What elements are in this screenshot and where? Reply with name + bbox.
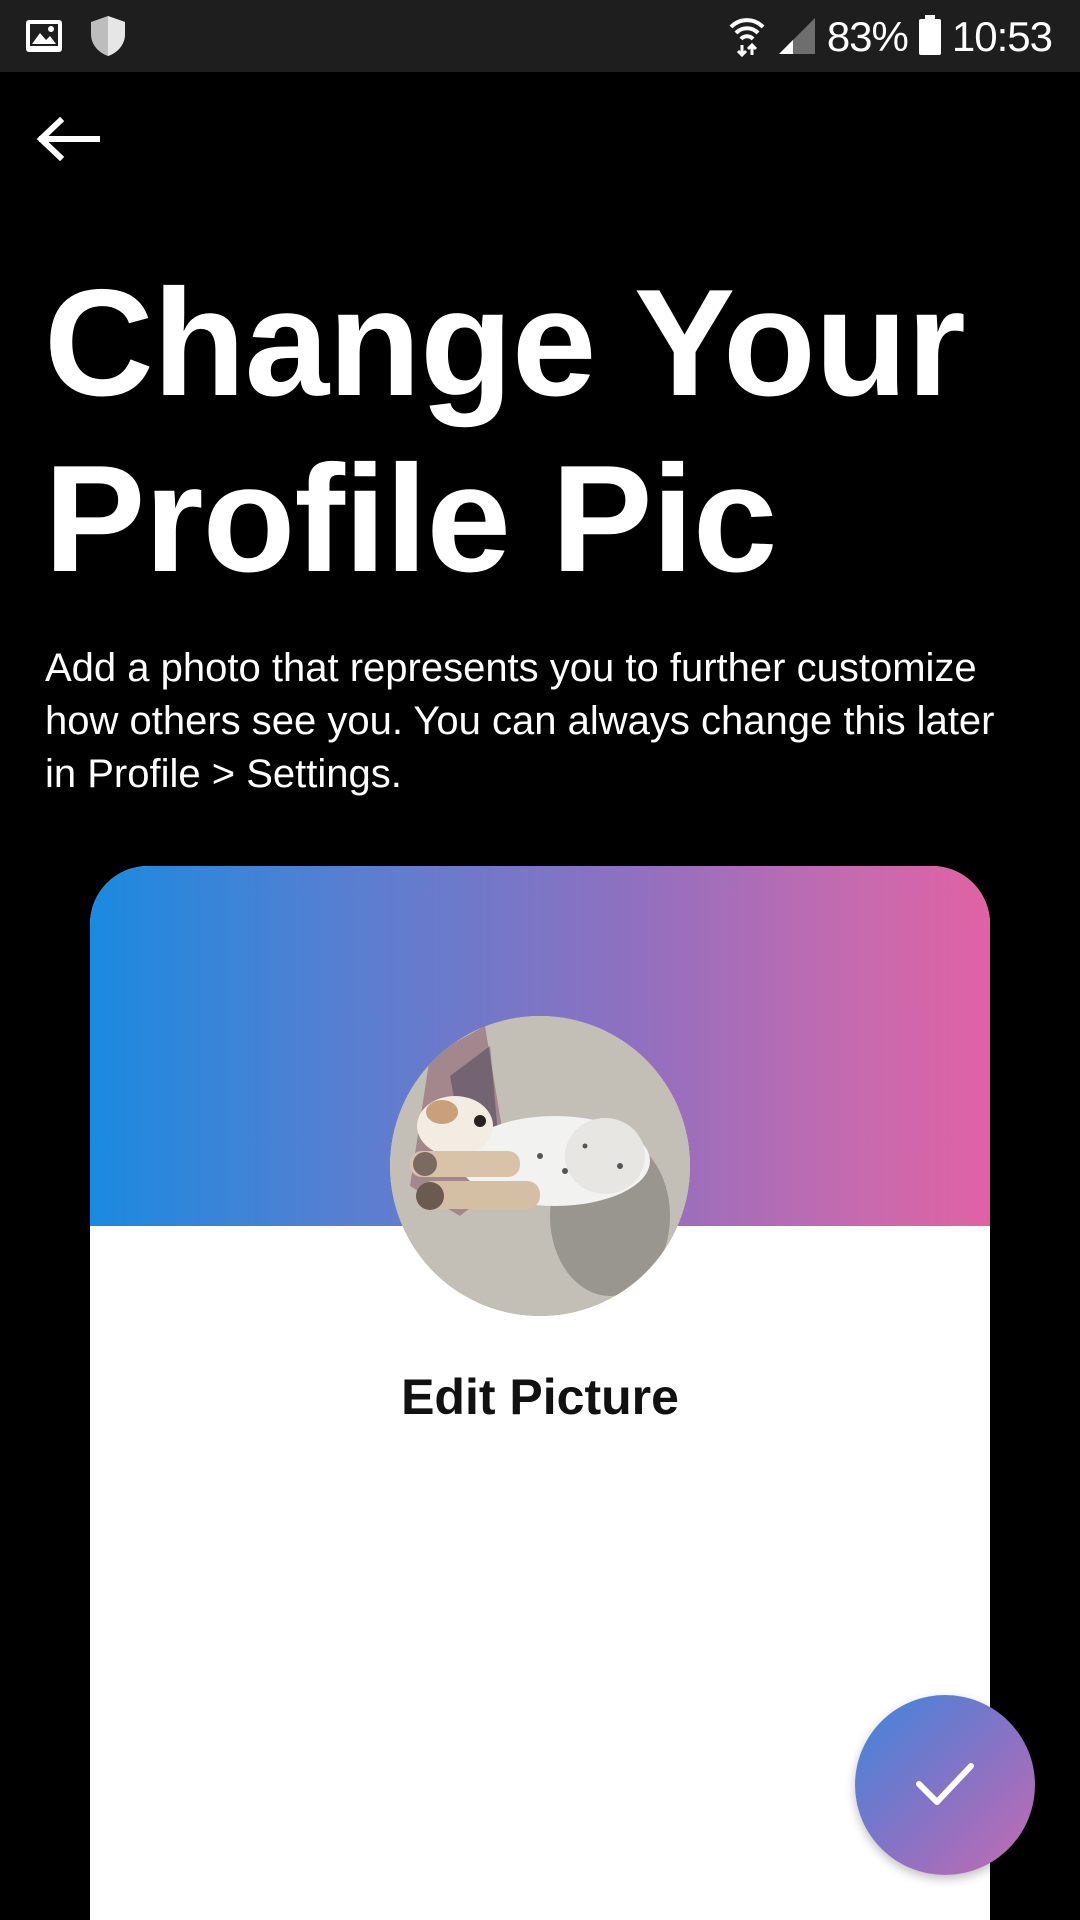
- signal-icon: [777, 14, 817, 61]
- page-description: Add a photo that represents you to furth…: [45, 646, 995, 796]
- gallery-icon: [24, 16, 64, 61]
- back-button[interactable]: [28, 106, 108, 176]
- status-bar-right: 83% 10:53: [727, 8, 1053, 66]
- confirm-fab-button[interactable]: [855, 1695, 1035, 1875]
- page-title-line-2: Profile Pic: [44, 434, 777, 604]
- page-title-line-1: Change Your: [44, 258, 966, 428]
- profile-avatar[interactable]: [390, 1016, 690, 1316]
- status-bar-left: [24, 14, 128, 63]
- profile-photo: [390, 1016, 690, 1316]
- shield-icon: [88, 14, 128, 63]
- edit-picture-button[interactable]: Edit Picture: [90, 1368, 990, 1426]
- page-title: Change Your Profile Pic: [44, 255, 1044, 607]
- battery-percent: 83%: [826, 13, 909, 60]
- status-bar: 83% 10:53: [0, 0, 1080, 72]
- profile-card: Edit Picture: [90, 866, 990, 1920]
- arrow-left-icon: [36, 116, 101, 166]
- checkmark-icon: [913, 1758, 977, 1813]
- profile-pic-screen: 83% 10:53 Change Your Profile Pic Add a …: [0, 0, 1080, 1920]
- wifi-icon: [727, 13, 767, 62]
- battery-icon: [918, 13, 942, 62]
- clock: 10:53: [951, 13, 1053, 60]
